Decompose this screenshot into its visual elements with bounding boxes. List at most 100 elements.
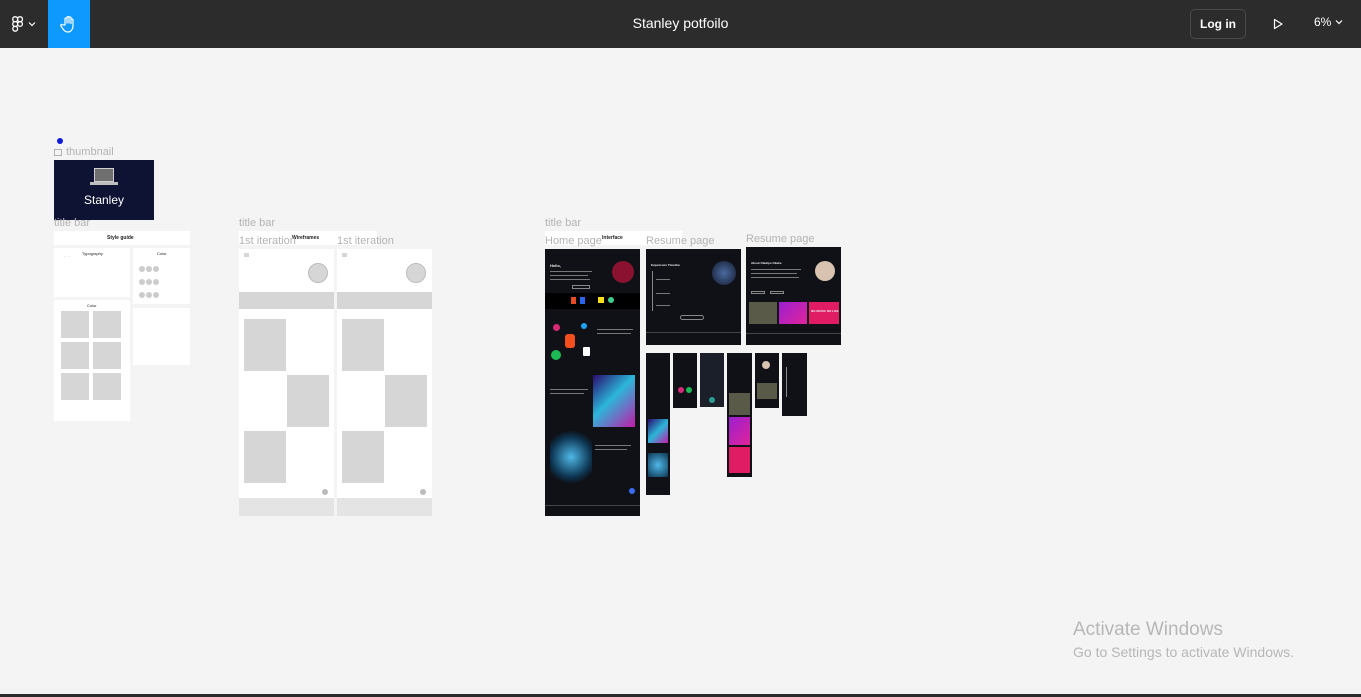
image-placeholder xyxy=(342,431,384,483)
selection-dot xyxy=(57,138,63,144)
home-page-frame[interactable]: Hello, xyxy=(545,249,640,516)
hand-tool-button[interactable] xyxy=(48,0,90,48)
resume-art xyxy=(712,261,736,285)
project-image xyxy=(550,431,592,483)
text-line xyxy=(597,333,631,334)
text-line xyxy=(597,329,633,330)
fab-placeholder xyxy=(322,489,328,495)
file-title: Stanley potfoilo xyxy=(632,15,729,31)
mobile-gallery-image xyxy=(757,383,777,399)
app-icon xyxy=(686,387,692,393)
iteration-1-label[interactable]: 1st iteration xyxy=(239,235,296,247)
mobile-menu-frame[interactable] xyxy=(700,353,724,407)
resume-heading: Experience Timeline xyxy=(651,263,680,267)
frame-icon xyxy=(54,148,62,156)
banner-placeholder xyxy=(239,292,334,309)
footer-placeholder xyxy=(239,498,334,516)
home-footer xyxy=(545,505,640,516)
menu-dot xyxy=(709,397,715,403)
image-placeholder xyxy=(287,375,329,427)
mobile-gallery-image xyxy=(729,447,750,473)
mobile-profile-frame[interactable] xyxy=(755,353,779,408)
play-icon xyxy=(1273,18,1283,30)
mobile-resume-frame[interactable] xyxy=(673,353,697,408)
hand-tool-icon xyxy=(60,15,74,33)
resume-page-frame-1[interactable]: Experience Timeline xyxy=(646,249,741,345)
tech-logos-strip xyxy=(545,293,640,309)
mobile-project-image xyxy=(648,453,668,477)
thumbnail-title: Stanley xyxy=(83,193,125,207)
twitter-icon xyxy=(581,323,587,329)
present-button[interactable] xyxy=(1266,12,1290,36)
text-line xyxy=(751,273,797,274)
resume-page-label-2[interactable]: Resume page xyxy=(746,233,815,245)
color-card-a[interactable]: Color xyxy=(133,248,190,304)
cta-button-mock xyxy=(572,285,590,289)
laptop-icon xyxy=(94,168,114,182)
text-line xyxy=(751,269,801,270)
timeline-line xyxy=(786,367,787,397)
design-canvas[interactable]: thumbnail Stanley title bar Style guide … xyxy=(0,48,1361,695)
mobile-about-frame[interactable] xyxy=(727,353,752,477)
figma-logo-icon xyxy=(12,16,24,32)
mobile-avatar xyxy=(762,361,770,369)
text-line xyxy=(550,271,592,272)
banner-placeholder xyxy=(337,292,432,309)
thumbnail-label[interactable]: thumbnail xyxy=(54,146,114,158)
color-swatch xyxy=(153,266,159,272)
color-swatch xyxy=(146,292,152,298)
text-line xyxy=(550,389,588,390)
logo-placeholder xyxy=(342,253,347,257)
style-guide-header[interactable]: Style guide xyxy=(54,231,190,245)
text-line xyxy=(595,445,631,446)
login-button[interactable]: Log in xyxy=(1190,9,1246,39)
fab-placeholder xyxy=(420,489,426,495)
footer-placeholder xyxy=(337,498,432,516)
typography-card[interactable]: Typography · · · xyxy=(54,248,130,297)
resume-page-frame-2[interactable]: About Oladipo Okeke NO MUSIC NO LIFE xyxy=(746,247,841,345)
project-image xyxy=(593,375,635,427)
color-block xyxy=(93,342,121,369)
mobile-home-frame[interactable] xyxy=(646,353,670,495)
mobile-timeline-frame[interactable] xyxy=(782,353,807,416)
typography-label: Typography xyxy=(82,251,103,256)
windows-activation-subtitle: Go to Settings to activate Windows. xyxy=(1073,644,1294,660)
color-block xyxy=(61,342,89,369)
color-card-b[interactable]: Color xyxy=(54,300,130,421)
wireframe-frame-2[interactable] xyxy=(337,249,432,516)
app-icon xyxy=(678,387,684,393)
download-button-mock xyxy=(680,315,704,320)
color-block xyxy=(93,373,121,400)
profile-art xyxy=(612,261,634,283)
button-mock xyxy=(751,291,765,294)
color-swatch xyxy=(139,292,145,298)
color-label-b: Color xyxy=(87,303,97,308)
html-logo-icon xyxy=(571,297,576,304)
iteration-2-label[interactable]: 1st iteration xyxy=(337,235,394,247)
resume-page-label-1[interactable]: Resume page xyxy=(646,235,715,247)
thumbnail-frame[interactable]: Stanley xyxy=(54,160,154,220)
wireframe-frame-1[interactable] xyxy=(239,249,334,516)
color-swatch xyxy=(146,279,152,285)
typography-sample: · · · xyxy=(64,254,71,259)
text-line xyxy=(656,293,670,294)
wireframes-frame-label[interactable]: title bar xyxy=(239,217,275,229)
home-hello-text: Hello, xyxy=(550,263,561,268)
logo-placeholder xyxy=(244,253,249,257)
color-label-a: Color xyxy=(157,251,167,256)
zoom-dropdown[interactable]: 6% xyxy=(1314,15,1343,29)
home-page-label[interactable]: Home page xyxy=(545,235,602,247)
about-footer xyxy=(746,333,841,345)
laptop-base xyxy=(90,182,118,185)
text-line xyxy=(656,279,670,280)
thumbnail-label-text: thumbnail xyxy=(66,146,114,158)
text-line xyxy=(656,305,670,306)
interface-frame-label[interactable]: title bar xyxy=(545,217,581,229)
color-swatch xyxy=(153,279,159,285)
main-menu-button[interactable] xyxy=(0,0,48,48)
style-guide-blank-card[interactable] xyxy=(133,308,190,365)
style-guide-frame-label[interactable]: title bar xyxy=(54,217,90,229)
figma-logo-icon xyxy=(565,334,575,348)
windows-activation-title: Activate Windows xyxy=(1073,619,1223,640)
image-placeholder xyxy=(244,319,286,371)
